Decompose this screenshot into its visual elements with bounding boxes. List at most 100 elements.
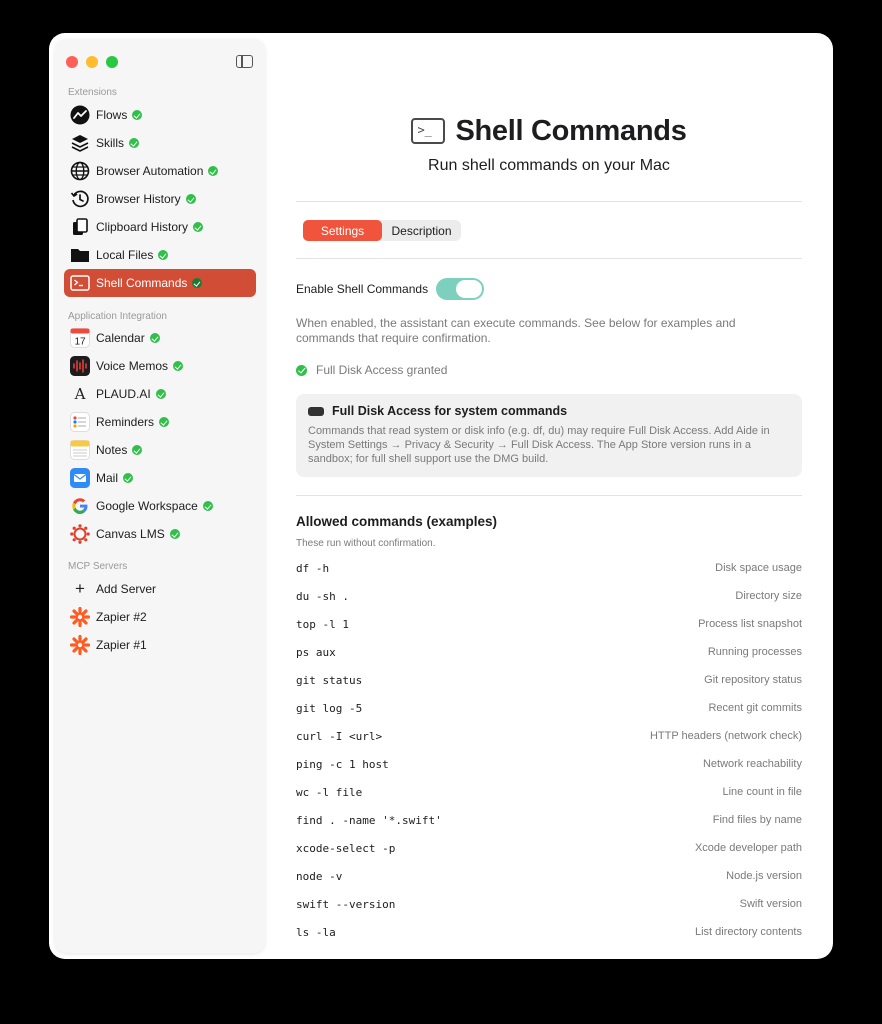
allowed-commands-subtitle: These run without confirmation. — [296, 538, 436, 549]
command-text: ls -la — [296, 925, 336, 939]
sidebar-item-reminders[interactable]: Reminders — [64, 408, 256, 436]
sidebar-item-label: Notes — [96, 443, 128, 457]
enable-shell-row: Enable Shell Commands — [296, 278, 485, 300]
sidebar-item-notes[interactable]: Notes — [64, 436, 256, 464]
app-window: Extensions Flows Skills Browser Automati… — [49, 33, 833, 959]
sidebar-item-local-files[interactable]: Local Files — [64, 241, 256, 269]
command-text: ps aux — [296, 645, 336, 659]
sidebar-item-clipboard-history[interactable]: Clipboard History — [64, 213, 256, 241]
command-text: git log -5 — [296, 701, 363, 715]
sidebar-item-label: Mail — [96, 471, 119, 485]
command-row: swift --version Swift version — [296, 894, 802, 914]
notes-icon — [69, 439, 91, 461]
disk-access-status-text: Full Disk Access granted — [316, 363, 448, 377]
sidebar-item-canvas-lms[interactable]: Canvas LMS — [64, 520, 256, 548]
command-row: du -sh . Directory size — [296, 586, 802, 606]
sidebar-item-label: Reminders — [96, 415, 155, 429]
sidebar-item-plaud[interactable]: A PLAUD.AI — [64, 380, 256, 408]
sidebar-item-label: Local Files — [96, 248, 154, 262]
command-row: ls -la List directory contents — [296, 922, 802, 942]
sidebar-item-mail[interactable]: Mail — [64, 464, 256, 492]
enable-shell-label: Enable Shell Commands — [296, 282, 429, 296]
command-row: top -l 1 Process list snapshot — [296, 614, 802, 634]
status-check-icon — [149, 333, 160, 343]
divider — [296, 258, 802, 259]
command-description: List directory contents — [695, 926, 802, 938]
status-check-icon — [202, 501, 213, 511]
sidebar-item-label: Canvas LMS — [96, 527, 165, 541]
page-subtitle: Run shell commands on your Mac — [428, 157, 670, 174]
main-content: >_ Shell Commands Run shell commands on … — [265, 33, 833, 959]
sidebar-item-zapier-2[interactable]: Zapier #2 — [64, 603, 256, 631]
zoom-window-button[interactable] — [106, 56, 118, 68]
command-description: HTTP headers (network check) — [649, 730, 802, 742]
close-window-button[interactable] — [66, 56, 78, 68]
sidebar-toggle-icon[interactable] — [236, 55, 253, 68]
command-text: ping -c 1 host — [296, 757, 389, 771]
google-icon — [69, 495, 91, 517]
status-check-icon — [123, 473, 134, 483]
page-header: >_ Shell Commands — [265, 113, 833, 149]
sidebar-item-voice-memos[interactable]: Voice Memos — [64, 352, 256, 380]
disk-access-info-box: Full Disk Access for system commands Com… — [296, 394, 802, 477]
sidebar-item-label: Shell Commands — [96, 276, 188, 290]
command-description: Find files by name — [712, 814, 802, 826]
divider — [296, 495, 802, 496]
command-text: curl -I <url> — [296, 729, 383, 743]
sidebar-item-browser-history[interactable]: Browser History — [64, 185, 256, 213]
sidebar-item-google-workspace[interactable]: Google Workspace — [64, 492, 256, 520]
sidebar-item-browser-automation[interactable]: Browser Automation — [64, 157, 256, 185]
command-row: ps aux Running processes — [296, 642, 802, 662]
sidebar-item-calendar[interactable]: 17 Calendar — [64, 324, 256, 352]
history-icon — [69, 188, 91, 210]
enable-shell-toggle[interactable] — [436, 278, 485, 300]
divider — [296, 201, 802, 202]
mail-icon — [69, 467, 91, 489]
sidebar-item-label: Skills — [96, 136, 125, 150]
sidebar-item-flows[interactable]: Flows — [64, 101, 256, 129]
info-box-title: Full Disk Access for system commands — [332, 404, 568, 418]
command-row: df -h Disk space usage — [296, 558, 802, 578]
plaud-icon: A — [74, 385, 86, 403]
sidebar-item-add-server[interactable]: + Add Server — [64, 575, 256, 603]
folder-icon — [69, 244, 91, 266]
tab-settings[interactable]: Settings — [303, 220, 382, 241]
command-row: git log -5 Recent git commits — [296, 698, 802, 718]
sidebar-item-zapier-1[interactable]: Zapier #1 — [64, 631, 256, 659]
command-description: Git repository status — [704, 674, 802, 686]
sidebar-item-label: Voice Memos — [96, 359, 169, 373]
status-check-icon — [132, 445, 143, 455]
disk-access-status: Full Disk Access granted — [296, 363, 447, 377]
command-text: wc -l file — [296, 785, 363, 799]
command-row: wc -l file Line count in file — [296, 782, 802, 802]
drive-icon — [308, 406, 324, 416]
status-check-icon — [129, 138, 140, 148]
status-check-icon — [193, 222, 204, 232]
status-check-icon — [208, 166, 219, 176]
command-description: Xcode developer path — [694, 842, 802, 854]
allowed-commands-title: Allowed commands (examples) — [296, 514, 498, 529]
calendar-day-number: 17 — [74, 337, 86, 348]
command-description: Running processes — [707, 646, 802, 658]
command-row: xcode-select -p Xcode developer path — [296, 838, 802, 858]
sidebar-item-label: Add Server — [96, 582, 157, 596]
tab-description[interactable]: Description — [382, 220, 461, 241]
sidebar-item-skills[interactable]: Skills — [64, 129, 256, 157]
command-row: git status Git repository status — [296, 670, 802, 690]
command-row: find . -name '*.swift' Find files by name — [296, 810, 802, 830]
status-check-icon — [169, 529, 180, 539]
minimize-window-button[interactable] — [86, 56, 98, 68]
status-check-icon — [192, 278, 203, 288]
command-description: Node.js version — [726, 870, 802, 882]
command-text: top -l 1 — [296, 617, 349, 631]
sidebar: Extensions Flows Skills Browser Automati… — [55, 39, 265, 953]
sidebar-item-shell-commands[interactable]: Shell Commands — [64, 269, 256, 297]
check-circle-icon — [296, 364, 307, 376]
command-description: Recent git commits — [708, 702, 802, 714]
flows-icon — [69, 104, 91, 126]
command-description: Disk space usage — [715, 562, 802, 574]
command-row: curl -I <url> HTTP headers (network check… — [296, 726, 802, 746]
command-description: Line count in file — [722, 786, 803, 798]
sidebar-item-label: Flows — [96, 108, 128, 122]
sidebar-item-label: Clipboard History — [96, 220, 189, 234]
